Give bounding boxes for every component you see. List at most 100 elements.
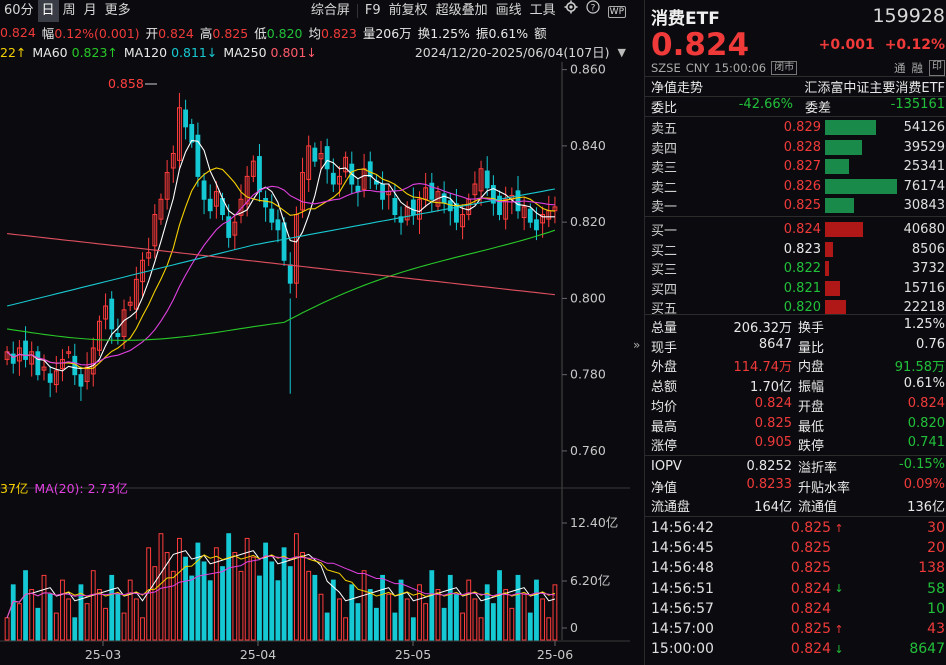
volume-bar xyxy=(479,618,483,640)
tick-time: 14:56:45 xyxy=(651,540,771,556)
adjust-button[interactable]: 前复权 xyxy=(385,0,432,22)
vol-label: 量206万 xyxy=(363,23,412,41)
tick-volume: 30 xyxy=(847,520,945,536)
volume-bar xyxy=(110,575,114,640)
tick-row: 14:56:450.82520 xyxy=(651,538,945,558)
chart-panel[interactable]: 0.8600.8400.8200.8000.7800.76012.40亿6.20… xyxy=(0,0,630,665)
volume-ma-legend: 37亿 MA(20): 2.73亿 xyxy=(0,478,128,497)
period-day-tab[interactable]: 日 xyxy=(38,0,59,22)
stat-cell: 现手8647 xyxy=(651,337,798,356)
volume-bar xyxy=(331,580,335,640)
volume-bar xyxy=(307,571,311,640)
tools-button[interactable]: 工具 xyxy=(526,0,560,22)
stat-cell: 总额1.70亿 xyxy=(651,376,798,395)
sell-level-5[interactable]: 卖一0.82530843 xyxy=(651,196,945,215)
level-volume-bar xyxy=(825,159,899,174)
wp-badge[interactable]: WP xyxy=(604,0,630,22)
date-tick-label: 25-05 xyxy=(395,647,431,662)
stat-row: 总量206.32万换手1.25% xyxy=(651,317,945,336)
volume-bar xyxy=(184,557,188,640)
volume-bar xyxy=(381,575,385,640)
tick-price: 0.825 xyxy=(771,520,831,536)
candle-body xyxy=(282,223,286,260)
ma60-legend: MA60 0.823↑ xyxy=(32,45,118,60)
candle-body xyxy=(356,186,360,191)
buy-level-3[interactable]: 买三0.8223732 xyxy=(651,259,945,278)
level-volume: 40680 xyxy=(899,222,945,237)
candle-body xyxy=(448,201,452,211)
buy-level-4[interactable]: 买四0.82115716 xyxy=(651,279,945,298)
volume-bar xyxy=(61,580,65,640)
sell-level-1[interactable]: 卖五0.82954126 xyxy=(651,118,945,137)
stat-value: 0.8233 xyxy=(747,477,793,496)
candle-body xyxy=(190,125,194,143)
candle-body xyxy=(79,375,83,386)
candle-body xyxy=(331,173,335,184)
kline-chart[interactable]: 0.8600.8400.8200.8000.7800.76012.40亿6.20… xyxy=(0,0,630,665)
stock-name: 消费ETF xyxy=(651,4,720,29)
order-ratio-value: -42.66% xyxy=(699,97,793,115)
stat-row: IOPV0.8252溢折率-0.15% xyxy=(651,457,945,476)
tick-time: 14:56:51 xyxy=(651,581,771,597)
sell-level-2[interactable]: 卖四0.82839529 xyxy=(651,138,945,157)
draw-line-button[interactable]: 画线 xyxy=(492,0,526,22)
period-week-tab[interactable]: 周 xyxy=(59,0,80,22)
volume-bar xyxy=(190,576,194,640)
nav-trend-link[interactable]: 净值走势 xyxy=(651,77,703,95)
buy-level-2[interactable]: 买二0.8238506 xyxy=(651,240,945,259)
level-volume: 8506 xyxy=(899,242,945,257)
volume-bar xyxy=(153,567,157,640)
stat-value: 0.09% xyxy=(904,477,945,496)
volume-tick-label: 0 xyxy=(570,620,578,635)
stat-cell: IOPV0.8252 xyxy=(651,459,798,474)
date-range-selector[interactable]: 2024/12/20-2025/06/04(107日) xyxy=(415,43,612,61)
volume-bar xyxy=(116,594,120,640)
stat-label: 现手 xyxy=(651,337,677,356)
period-more-tab[interactable]: 更多 xyxy=(101,0,135,22)
buy-level-1[interactable]: 买一0.82440680 xyxy=(651,220,945,239)
volume-bar xyxy=(301,553,305,640)
stat-value: 164亿 xyxy=(754,496,792,515)
date-tick-label: 25-03 xyxy=(85,647,121,662)
stat-value: 136亿 xyxy=(907,496,945,515)
stat-cell: 换手1.25% xyxy=(798,317,945,336)
stat-label: 流通盘 xyxy=(651,496,690,515)
f9-button[interactable]: F9 xyxy=(361,0,385,22)
sell-level-4[interactable]: 卖二0.82676174 xyxy=(651,177,945,196)
level-label: 卖一 xyxy=(651,196,691,215)
candle-body xyxy=(368,162,372,176)
volume-bar xyxy=(430,571,434,640)
level-volume: 76174 xyxy=(899,179,945,194)
candle-body xyxy=(393,199,397,215)
stat-value: 206.32万 xyxy=(734,317,793,336)
volume-bar xyxy=(294,534,298,640)
candle-body xyxy=(202,181,206,199)
level-price: 0.823 xyxy=(691,242,825,257)
composite-screen-button[interactable]: 综合屏 xyxy=(307,0,354,22)
sell-level-3[interactable]: 卖三0.82725341 xyxy=(651,157,945,176)
volume-bar xyxy=(553,585,557,640)
help-circle-icon[interactable]: ? xyxy=(582,0,604,22)
candle-body xyxy=(11,354,15,363)
margin-tag: 融 xyxy=(912,60,924,76)
collapse-panel-icon[interactable]: » xyxy=(633,338,640,352)
stat-cell: 流通盘 164亿 xyxy=(651,496,798,515)
tick-volume: 20 xyxy=(847,540,945,556)
level-price: 0.822 xyxy=(691,261,825,276)
period-month-tab[interactable]: 月 xyxy=(80,0,101,22)
period-60min-tab[interactable]: 60分 xyxy=(0,0,38,22)
tick-volume: 138 xyxy=(847,560,945,576)
volume-ma20: MA(20): 2.73亿 xyxy=(34,478,128,497)
tick-volume: 8647 xyxy=(847,641,945,657)
overlay-button[interactable]: 超级叠加 xyxy=(432,0,492,22)
volume-bar xyxy=(442,608,446,640)
chevron-down-icon[interactable]: ▼ xyxy=(618,46,626,59)
print-icon[interactable]: 印 xyxy=(929,60,945,76)
volume-bar xyxy=(325,613,329,640)
tick-price: 0.825 xyxy=(771,621,831,637)
gear-icon[interactable] xyxy=(560,0,582,22)
candle-body xyxy=(184,110,188,127)
candle-body xyxy=(288,265,292,283)
tick-volume: 58 xyxy=(847,581,945,597)
toolbar-divider xyxy=(357,4,358,18)
